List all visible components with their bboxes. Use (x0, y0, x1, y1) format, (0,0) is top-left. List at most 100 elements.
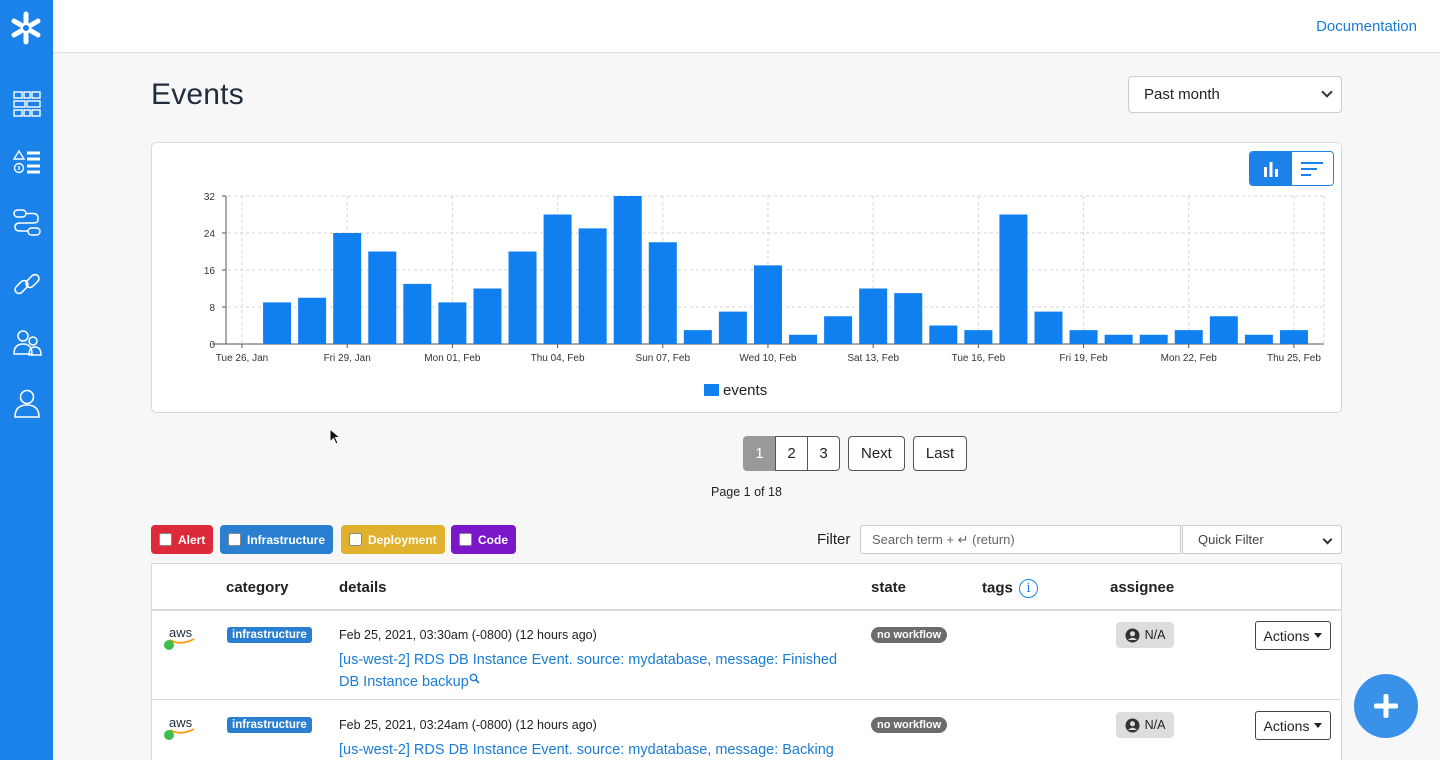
bar (1244, 334, 1273, 344)
aws-logo-icon: aws (164, 625, 195, 650)
tags-header-label: tags (982, 579, 1013, 597)
page-button-2[interactable]: 2 (775, 436, 808, 471)
bar (1069, 330, 1098, 344)
y-tick-label: 16 (204, 266, 216, 277)
event-message-text: [us-west-2] RDS DB Instance Event. sourc… (339, 742, 834, 758)
checkbox[interactable] (228, 533, 241, 546)
page-button-1[interactable]: 1 (743, 436, 776, 471)
bar (929, 325, 958, 344)
timeline-icon (1301, 161, 1324, 176)
bar-chart-view-button[interactable] (1250, 152, 1292, 185)
bar (333, 233, 362, 344)
bar (1139, 334, 1168, 344)
time-range-select[interactable]: Past month (1128, 76, 1342, 113)
x-tick-label: Fri 19, Feb (1059, 353, 1108, 364)
checkbox[interactable] (349, 533, 362, 546)
bar (1104, 334, 1133, 344)
bar (543, 214, 572, 344)
chip-label: Code (478, 532, 508, 547)
page-button-3[interactable]: 3 (807, 436, 840, 471)
mouse-cursor-icon (329, 428, 341, 445)
aws-logo-icon: aws (164, 715, 195, 740)
checkbox[interactable] (159, 533, 172, 546)
search-input[interactable] (860, 525, 1181, 554)
actions-dropdown[interactable]: Actions (1255, 621, 1331, 650)
x-tick-label: Tue 26, Jan (216, 353, 268, 364)
search-icon[interactable] (469, 673, 480, 684)
column-header-assignee[interactable]: assignee (1110, 579, 1174, 596)
column-header-state[interactable]: state (871, 579, 906, 596)
pagination: 1 2 3 Next Last (743, 436, 968, 471)
caret-down-icon (1314, 723, 1323, 728)
x-tick-label: Sun 07, Feb (636, 353, 691, 364)
event-message-link[interactable]: [us-west-2] RDS DB Instance Event. sourc… (339, 649, 859, 693)
filter-chip-infrastructure[interactable]: Infrastructure (220, 525, 334, 554)
checkbox[interactable] (459, 533, 472, 546)
dashboard-grid-icon[interactable] (11, 88, 43, 120)
bar (648, 242, 677, 344)
timeline-view-button[interactable] (1291, 152, 1333, 185)
y-tick-label: 32 (204, 192, 216, 203)
column-header-tags: tags i (982, 579, 1039, 598)
workflow-icon[interactable] (11, 207, 43, 239)
y-tick-label: 0 (209, 340, 215, 351)
state-badge: no workflow (871, 717, 948, 733)
quick-filter-select[interactable]: Quick Filter (1182, 525, 1342, 554)
x-tick-label: Thu 04, Feb (531, 353, 585, 364)
x-tick-label: Wed 10, Feb (739, 353, 797, 364)
legend-label: events (723, 382, 767, 399)
next-page-button[interactable]: Next (848, 436, 905, 471)
chip-label: Alert (178, 532, 206, 547)
time-range-value: Past month (1144, 86, 1220, 103)
integrations-link-icon[interactable] (11, 268, 43, 300)
bar (613, 196, 642, 344)
event-timestamp: Feb 25, 2021, 03:30am (-0800) (12 hours … (339, 628, 597, 642)
bar (999, 214, 1028, 344)
chip-label: Infrastructure (247, 532, 326, 547)
category-badge[interactable]: infrastructure (227, 627, 312, 643)
last-page-button[interactable]: Last (912, 436, 968, 471)
app-logo-icon[interactable] (8, 10, 44, 46)
top-bar: Documentation (53, 0, 1440, 53)
actions-label: Actions (1263, 627, 1310, 644)
x-tick-label: Tue 16, Feb (952, 353, 1006, 364)
bar (859, 288, 888, 344)
bar (718, 311, 747, 344)
bar (263, 302, 292, 344)
assignee-name: N/A (1144, 628, 1166, 642)
assignee-button[interactable]: N/A (1116, 622, 1174, 648)
user-avatar-icon (1125, 718, 1140, 732)
bar (683, 330, 712, 344)
plus-icon (1374, 694, 1398, 718)
category-badge[interactable]: infrastructure (227, 717, 312, 733)
events-chart-card: 0 8 16 24 32 Tue 26, Jan Fri 29, Jan Mon 01, Fe… (151, 142, 1342, 413)
caret-down-icon (1314, 633, 1323, 638)
bar (1174, 330, 1203, 344)
assignee-button[interactable]: N/A (1116, 712, 1174, 738)
aws-wordmark: aws (169, 625, 193, 640)
column-header-category[interactable]: category (226, 579, 289, 596)
bar (964, 330, 993, 344)
filter-chip-deployment[interactable]: Deployment (341, 525, 445, 554)
profile-icon[interactable] (11, 387, 43, 419)
documentation-link[interactable]: Documentation (1316, 18, 1417, 35)
x-tick-label: Sat 13, Feb (847, 353, 899, 364)
filter-chip-alert[interactable]: Alert (151, 525, 214, 554)
x-tick-label: Fri 29, Jan (324, 353, 371, 364)
info-icon[interactable]: i (1019, 579, 1039, 598)
x-tick-label: Mon 22, Feb (1161, 353, 1218, 364)
team-icon[interactable] (11, 327, 43, 359)
filter-chip-code[interactable]: Code (451, 525, 516, 554)
aws-wordmark: aws (169, 715, 193, 730)
event-message-link[interactable]: [us-west-2] RDS DB Instance Event. sourc… (339, 739, 859, 760)
events-table: category details state tags i assignee a… (151, 563, 1342, 760)
quick-filter-value: Quick Filter (1198, 532, 1264, 547)
actions-dropdown[interactable]: Actions (1255, 711, 1331, 740)
alerts-list-icon[interactable] (11, 147, 43, 179)
column-header-details[interactable]: details (339, 579, 387, 596)
chip-label: Deployment (368, 532, 437, 547)
sidebar (0, 0, 53, 760)
bar (1034, 311, 1063, 344)
chart-view-toggle (1249, 151, 1334, 186)
add-event-button[interactable] (1354, 674, 1418, 738)
